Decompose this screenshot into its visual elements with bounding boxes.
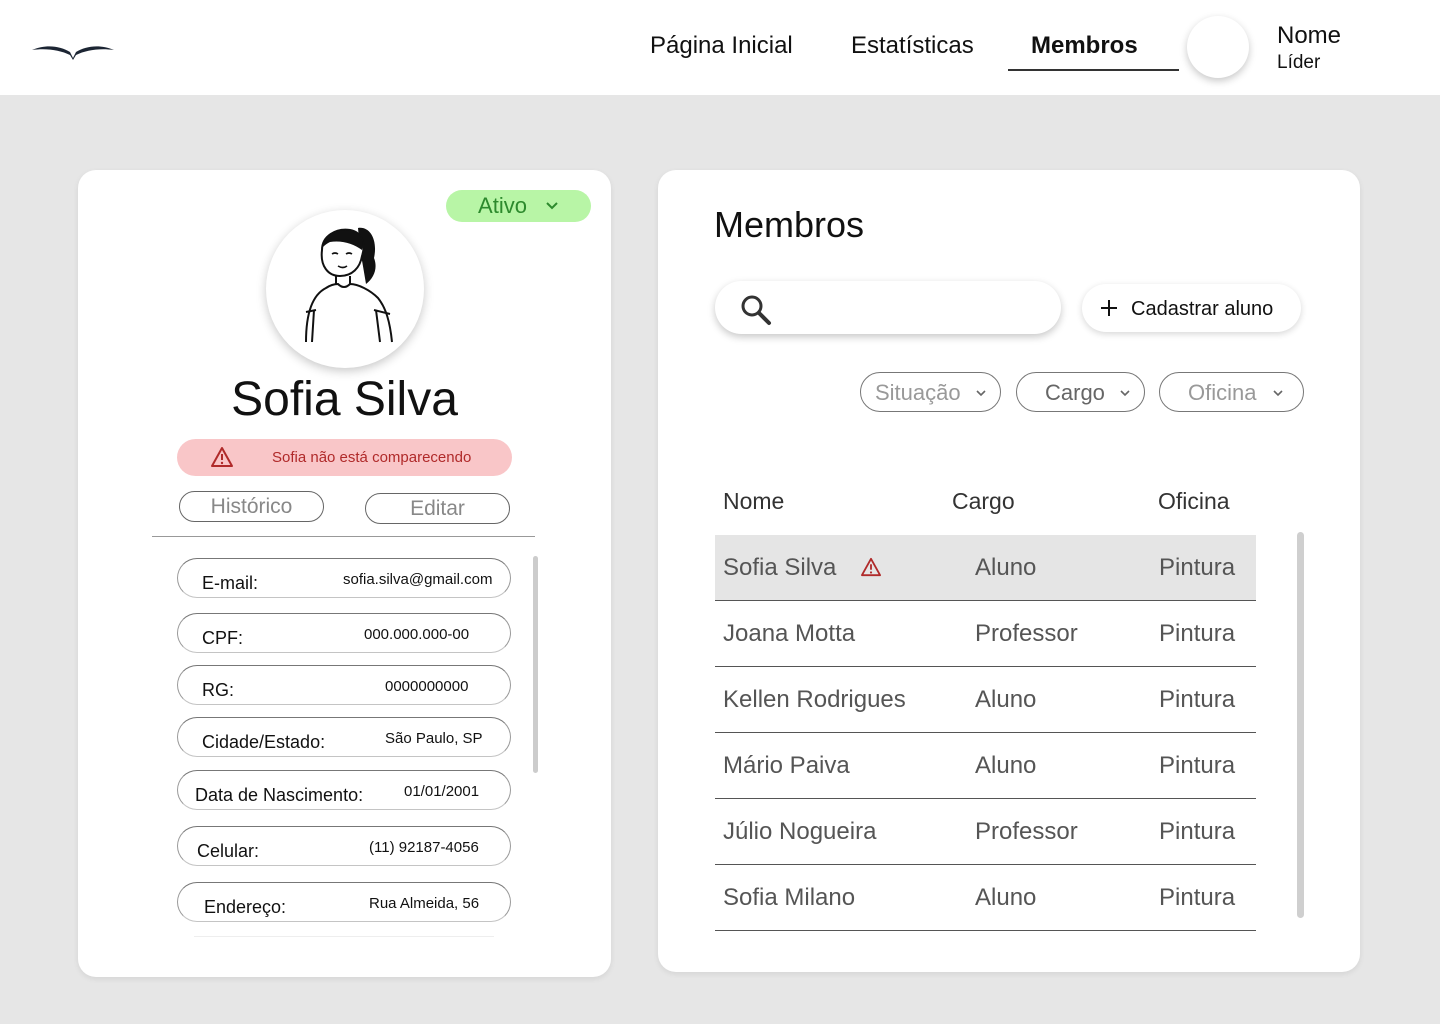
info-value: sofia.silva@gmail.com [343, 571, 493, 588]
info-scrollbar[interactable] [533, 556, 538, 773]
history-button[interactable]: Histórico [179, 491, 324, 522]
filter-role[interactable]: Cargo [1016, 372, 1145, 412]
member-role: Aluno [975, 554, 1037, 581]
member-role: Aluno [975, 884, 1037, 911]
user-name: Nome [1277, 22, 1342, 49]
warning-icon [861, 557, 881, 577]
info-row-cpf: CPF: 000.000.000-00 [177, 613, 511, 653]
members-card: Membros Cadastrar aluno Situação Cargo O… [658, 170, 1360, 972]
info-row-email: E-mail: sofia.silva@gmail.com [177, 558, 511, 598]
search-icon[interactable] [739, 293, 773, 327]
divider [194, 936, 494, 937]
column-header-role[interactable]: Cargo [952, 488, 1015, 515]
info-label: RG: [202, 680, 235, 700]
profile-avatar [266, 210, 424, 368]
table-row[interactable]: Joana Motta Professor Pintura [715, 601, 1256, 667]
member-name: Kellen Rodrigues [723, 686, 906, 713]
column-header-name[interactable]: Nome [723, 488, 784, 515]
table-row[interactable]: Mário Paiva Aluno Pintura [715, 733, 1256, 799]
profile-name: Sofia Silva [231, 373, 458, 426]
attendance-alert: Sofia não está comparecendo [177, 439, 512, 476]
nav-item-members[interactable]: Membros [1031, 32, 1138, 60]
filter-label: Situação [875, 380, 961, 405]
member-role: Aluno [975, 752, 1037, 779]
info-row-phone: Celular: (11) 92187-4056 [177, 826, 511, 866]
info-label: CPF: [202, 628, 244, 648]
user-role: Líder [1277, 52, 1321, 73]
nav-item-home[interactable]: Página Inicial [650, 32, 793, 60]
info-row-rg: RG: 0000000000 [177, 665, 511, 705]
filter-label: Oficina [1188, 380, 1257, 405]
chevron-down-icon [546, 202, 558, 210]
table-row[interactable]: Kellen Rodrigues Aluno Pintura [715, 667, 1256, 733]
info-row-address: Endereço: Rua Almeida, 56 [177, 882, 511, 922]
info-label: Data de Nascimento: [195, 785, 364, 805]
search-input[interactable] [785, 291, 1045, 325]
info-value: Rua Almeida, 56 [369, 895, 480, 912]
table-row[interactable]: Júlio Nogueira Professor Pintura [715, 799, 1256, 865]
column-header-workshop[interactable]: Oficina [1158, 488, 1230, 515]
plus-icon [1101, 300, 1117, 316]
alert-text: Sofia não está comparecendo [272, 449, 472, 466]
info-label: Cidade/Estado: [202, 732, 326, 752]
info-row-birthdate: Data de Nascimento: 01/01/2001 [177, 770, 511, 810]
info-value: São Paulo, SP [385, 730, 483, 747]
info-label: E-mail: [202, 573, 259, 593]
info-label: Endereço: [204, 897, 287, 917]
member-workshop: Pintura [1159, 686, 1236, 713]
filter-workshop[interactable]: Oficina [1159, 372, 1304, 412]
edit-button[interactable]: Editar [365, 493, 510, 524]
nav-item-statistics[interactable]: Estatísticas [851, 32, 974, 60]
member-role: Professor [975, 620, 1078, 647]
profile-card: Ativo Sofia Silva Sofia não está compare… [78, 170, 611, 977]
member-workshop: Pintura [1159, 884, 1236, 911]
girl-illustration-icon [305, 227, 393, 343]
member-name: Joana Motta [723, 620, 856, 647]
chevron-down-icon [1273, 390, 1283, 397]
member-role: Aluno [975, 686, 1037, 713]
member-name: Júlio Nogueira [723, 818, 877, 845]
info-value: 000.000.000-00 [364, 626, 470, 643]
chevron-down-icon [976, 390, 986, 397]
status-dropdown[interactable]: Ativo [446, 190, 591, 222]
logo-bird-icon[interactable] [30, 38, 116, 62]
table-row[interactable]: Sofia Silva Aluno Pintura [715, 535, 1256, 601]
filter-situation[interactable]: Situação [860, 372, 1001, 412]
members-title: Membros [714, 204, 865, 245]
warning-icon [211, 447, 233, 467]
top-navbar: Página Inicial Estatísticas Membros Nome… [0, 0, 1440, 95]
info-value: (11) 92187-4056 [369, 839, 479, 856]
divider [152, 536, 535, 537]
user-avatar[interactable] [1187, 16, 1249, 78]
info-value: 0000000000 [385, 678, 469, 695]
status-label: Ativo [478, 193, 527, 218]
info-label: Celular: [197, 841, 260, 861]
member-name: Mário Paiva [723, 752, 850, 779]
nav-active-indicator [1008, 69, 1179, 71]
add-student-button[interactable]: Cadastrar aluno [1082, 284, 1301, 332]
add-student-label: Cadastrar aluno [1131, 298, 1274, 320]
info-value: 01/01/2001 [404, 783, 480, 800]
member-workshop: Pintura [1159, 818, 1236, 845]
member-name: Sofia Silva [723, 554, 837, 581]
search-box[interactable] [715, 281, 1061, 334]
member-role: Professor [975, 818, 1078, 845]
table-scrollbar[interactable] [1297, 532, 1304, 918]
member-workshop: Pintura [1159, 752, 1236, 779]
member-workshop: Pintura [1159, 554, 1236, 581]
filter-label: Cargo [1045, 380, 1105, 405]
info-row-city-state: Cidade/Estado: São Paulo, SP [177, 717, 511, 757]
table-row[interactable]: Sofia Milano Aluno Pintura [715, 865, 1256, 931]
member-workshop: Pintura [1159, 620, 1236, 647]
member-name: Sofia Milano [723, 884, 856, 911]
chevron-down-icon [1120, 390, 1130, 397]
